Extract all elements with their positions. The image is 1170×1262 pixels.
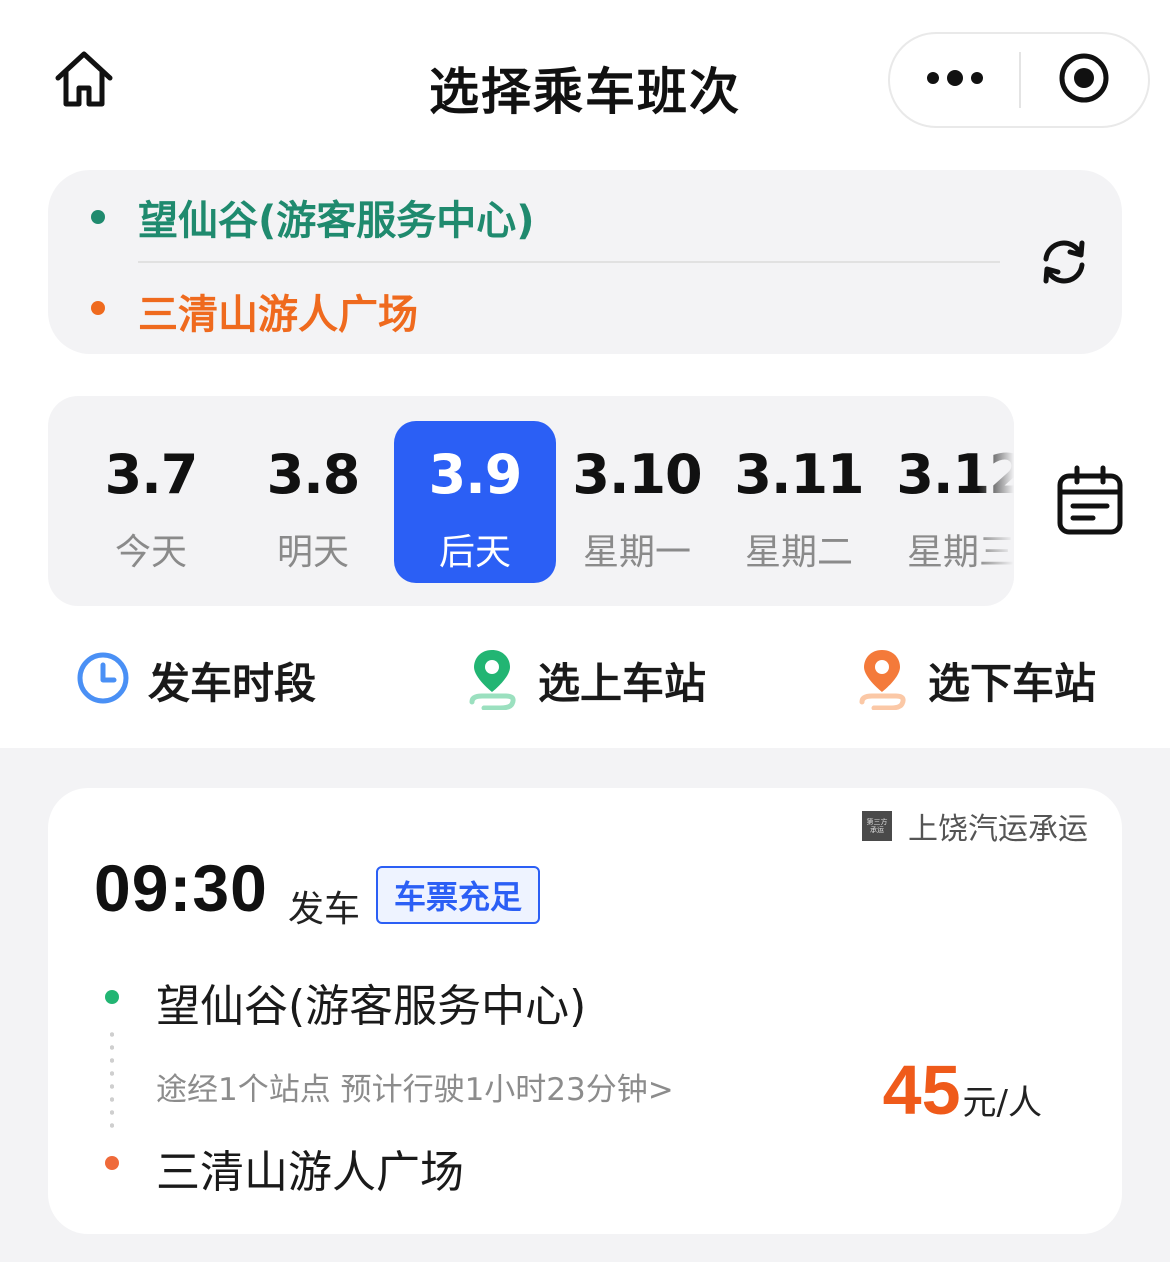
date-item-3-7[interactable]: 3.7 今天 xyxy=(70,421,232,583)
boarding-pin-icon xyxy=(464,646,520,714)
alighting-pin-icon xyxy=(854,646,910,714)
date-item-3-8[interactable]: 3.8 明天 xyxy=(232,421,394,583)
weekday-label: 后天 xyxy=(438,532,511,573)
trip-destination: 三清山游人广场 xyxy=(156,1147,464,1198)
more-dots-icon xyxy=(925,68,985,92)
date-label: 3.7 xyxy=(104,443,199,506)
date-item-3-9[interactable]: 3.9 后天 xyxy=(394,421,556,583)
filter-bar: 发车时段 选上车站 选下车站 xyxy=(0,640,1170,720)
boarding-station-label: 选上车站 xyxy=(538,658,707,708)
price-value: 45 xyxy=(882,1051,961,1129)
more-button[interactable] xyxy=(890,34,1019,126)
date-label: 3.9 xyxy=(428,443,523,506)
route-dotted-line xyxy=(110,1028,114,1132)
scroll-fade xyxy=(978,396,1014,606)
weekday-label: 星期一 xyxy=(582,532,691,573)
nav-header: 选择乘车班次 xyxy=(0,0,1170,160)
destination-stop-dot xyxy=(105,1156,119,1170)
ticket-status-badge: 车票充足 xyxy=(376,866,541,924)
date-item-3-11[interactable]: 3.11 星期二 xyxy=(718,421,880,583)
destination-station[interactable]: 三清山游人广场 xyxy=(138,282,418,340)
operator-info: 第三方承运 上饶汽运承运 xyxy=(862,804,1088,848)
operator-name: 上饶汽运承运 xyxy=(908,812,1088,847)
weekday-label: 明天 xyxy=(276,532,349,573)
weekday-label: 今天 xyxy=(114,532,187,573)
date-label: 3.11 xyxy=(734,443,864,506)
swap-route-button[interactable] xyxy=(1032,232,1096,296)
departure-time-filter[interactable]: 发车时段 xyxy=(76,648,316,712)
trip-origin: 望仙谷(游客服务中心) xyxy=(156,981,587,1032)
ticket-price: 45 元/人 xyxy=(883,1050,1042,1130)
date-item-3-10[interactable]: 3.10 星期一 xyxy=(556,421,718,583)
origin-dot xyxy=(91,210,105,224)
origin-station[interactable]: 望仙谷(游客服务中心) xyxy=(138,188,535,246)
price-unit: 元/人 xyxy=(962,1083,1042,1123)
swap-refresh-icon xyxy=(1037,235,1091,293)
weekday-label: 星期二 xyxy=(744,532,853,573)
trip-via-info[interactable]: 途经1个站点 预计行驶1小时23分钟> xyxy=(156,1064,674,1109)
route-card: 望仙谷(游客服务中心) 三清山游人广场 xyxy=(48,170,1122,354)
destination-dot xyxy=(91,301,105,315)
close-mini-program-button[interactable] xyxy=(1021,34,1148,126)
target-circle-icon xyxy=(1057,51,1111,109)
departure-time: 09:30 xyxy=(94,851,268,925)
route-divider xyxy=(138,261,1000,263)
mini-program-capsule xyxy=(888,32,1150,128)
boarding-station-filter[interactable]: 选上车站 xyxy=(464,648,706,712)
date-label: 3.8 xyxy=(266,443,361,506)
departure-time-label: 发车时段 xyxy=(148,658,317,708)
operator-logo: 第三方承运 xyxy=(862,811,892,841)
date-selector: 3.7 今天 3.8 明天 3.9 后天 3.10 星期一 3.11 星期二 3… xyxy=(48,396,1014,606)
departure-suffix: 发车 xyxy=(288,889,361,930)
clock-icon xyxy=(76,651,130,709)
calendar-icon xyxy=(1055,464,1125,540)
alighting-station-label: 选下车站 xyxy=(928,658,1097,708)
calendar-button[interactable] xyxy=(1050,462,1130,542)
trip-card[interactable]: 第三方承运 上饶汽运承运 09:30 发车 车票充足 望仙谷(游客服务中心) 途… xyxy=(48,788,1122,1234)
alighting-station-filter[interactable]: 选下车站 xyxy=(854,648,1096,712)
origin-stop-dot xyxy=(105,990,119,1004)
date-label: 3.10 xyxy=(572,443,702,506)
